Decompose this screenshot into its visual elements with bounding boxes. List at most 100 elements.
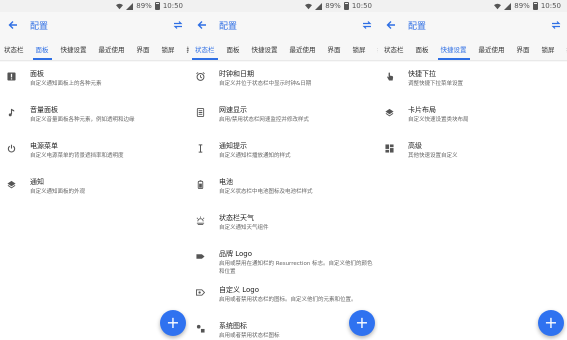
item-title: 状态栏天气 <box>219 214 254 222</box>
item-desc: 调整快捷下拉菜单设置 <box>408 81 464 87</box>
list-item[interactable]: 自定义 Logo 启用或者禁用状态栏的图标。自定义他们的元素和位置。 <box>189 280 378 316</box>
layers-icon <box>384 108 394 117</box>
item-title: 高级 <box>408 142 422 150</box>
list-item[interactable]: 通知自定义通知面板的外观 <box>0 172 189 208</box>
list-item[interactable]: 品牌 Logo 启用或禁用在通知栏的 Resurrection 标志。自定义他们的… <box>189 244 378 280</box>
text-cursor-icon <box>198 144 202 153</box>
swap-button[interactable] <box>356 12 378 38</box>
tab-statusbar[interactable]: 状态栏 <box>189 38 221 60</box>
three-screen-composite: 89% 10:50 配置 状态栏 面板 快捷设置 最近使用 界面 锁屏 按钮 <box>0 0 567 340</box>
item-desc: 自定义通知面板的外观 <box>30 189 86 195</box>
item-desc: 自定义通知面板上的各种元素 <box>30 81 102 87</box>
item-title: 网速显示 <box>219 106 247 114</box>
tab-statusbar[interactable]: 状态栏 <box>378 38 410 60</box>
alert-box-icon <box>6 72 16 81</box>
list-item[interactable]: 通知提示 自定义通知栏播放通知的样式 <box>189 136 378 172</box>
tab-panel[interactable]: 面板 <box>221 38 246 60</box>
tab-quick-settings[interactable]: 快捷设置 <box>55 38 93 60</box>
item-desc: 自定义并位于状态栏中显示时钟&日期 <box>219 81 312 87</box>
item-title: 通知提示 <box>219 142 247 150</box>
tab-interface[interactable]: 界面 <box>511 38 536 60</box>
item-title: 通知 <box>30 178 44 186</box>
back-button[interactable] <box>189 12 215 38</box>
list-item[interactable]: 面板 自定义通知面板上的各种元素 <box>0 64 189 100</box>
swap-arrows-icon <box>551 21 561 29</box>
tab-buttons[interactable]: 按钮 <box>181 38 190 60</box>
tab-quick-settings[interactable]: 快捷设置 <box>435 38 473 60</box>
list-item[interactable]: 卡片布局自定义快速设置类块布局 <box>378 100 567 136</box>
item-desc: 自定义音量面板各种元素，例如透明和边缘 <box>30 117 135 123</box>
label-icon <box>195 254 205 259</box>
tab-statusbar[interactable]: 状态栏 <box>0 38 30 60</box>
weather-icon <box>196 216 204 225</box>
back-button[interactable] <box>378 12 404 38</box>
page-title: 配置 <box>219 21 238 32</box>
item-title: 自定义 Logo <box>219 286 260 294</box>
arrow-left-icon <box>8 21 17 29</box>
battery-percent: 89% <box>136 2 152 10</box>
list-item[interactable]: 高级其他快速设置自定义 <box>378 136 567 172</box>
item-title: 快捷下拉 <box>408 70 436 78</box>
clock: 10:50 <box>351 2 372 10</box>
list-item[interactable]: 时钟和日期自定义并位于状态栏中显示时钟&日期 <box>189 64 378 100</box>
page-title: 配置 <box>408 21 427 32</box>
plus-icon: + <box>166 313 180 332</box>
arrow-left-icon <box>197 21 206 29</box>
battery-percent: 89% <box>514 2 530 10</box>
tab-interface[interactable]: 界面 <box>322 38 347 60</box>
settings-list: 时钟和日期自定义并位于状态栏中显示时钟&日期 网速显示启用/禁用状态栏网速监控并… <box>189 64 378 340</box>
item-desc: 启用/禁用状态栏网速监控并修改样式 <box>219 117 309 123</box>
screen-quick-settings-tab: 89% 10:50 配置 状态栏 面板 快捷设置 最近使用 界面 锁屏 按钮 <box>378 0 567 340</box>
list-item[interactable]: 电池 自定义状态栏中电池图标及电池栏样式 <box>189 172 378 208</box>
swap-button[interactable] <box>545 12 567 38</box>
list-item[interactable]: 电源菜单自定义电源菜单的背景遮挡率和透明度 <box>0 136 189 172</box>
item-desc: 自定义状态栏中电池图标及电池栏样式 <box>219 189 313 195</box>
tab-recents[interactable]: 最近使用 <box>473 38 511 60</box>
swap-button[interactable] <box>167 12 189 38</box>
tab-lockscreen[interactable]: 锁屏 <box>156 38 181 60</box>
item-desc: 启用或者禁用状态栏的图标。自定义他们的元素和位置。 <box>219 297 357 303</box>
battery-icon <box>154 2 160 10</box>
tab-recents[interactable]: 最近使用 <box>93 38 131 60</box>
item-desc: 自定义快速设置类块布局 <box>408 117 469 123</box>
item-title: 音量面板 <box>30 106 58 114</box>
tab-buttons[interactable]: 按钮 <box>561 38 567 60</box>
status-bar: 89% 10:50 <box>0 0 189 12</box>
settings-list: 快捷下拉调整快捷下拉菜单设置 卡片布局自定义快速设置类块布局 高级其他快速设置自… <box>378 64 567 172</box>
list-item[interactable]: 快捷下拉调整快捷下拉菜单设置 <box>378 64 567 100</box>
list-item[interactable]: 网速显示启用/禁用状态栏网速监控并修改样式 <box>189 100 378 136</box>
tab-bar: 状态栏 面板 快捷设置 最近使用 界面 锁屏 按钮 <box>189 38 378 60</box>
add-fab-button[interactable]: + <box>349 310 375 336</box>
tab-quick-settings[interactable]: 快捷设置 <box>246 38 284 60</box>
add-fab-button[interactable]: + <box>538 310 564 336</box>
item-desc: 启用或禁用在通知栏的 Resurrection 标志。自定义他们的颜色和位置 <box>219 261 373 275</box>
item-title: 时钟和日期 <box>219 70 254 78</box>
status-bar: 89% 10:50 <box>189 0 378 12</box>
tab-panel[interactable]: 面板 <box>30 38 55 60</box>
page-title: 配置 <box>30 21 49 32</box>
tab-lockscreen[interactable]: 锁屏 <box>347 38 372 60</box>
wifi-icon <box>305 3 313 9</box>
wifi-icon <box>494 3 502 9</box>
clock: 10:50 <box>162 2 183 10</box>
signal-icon <box>126 2 134 10</box>
add-fab-button[interactable]: + <box>160 310 186 336</box>
list-item[interactable]: 音量面板自定义音量面板各种元素，例如透明和边缘 <box>0 100 189 136</box>
tab-recents[interactable]: 最近使用 <box>284 38 322 60</box>
item-title: 电源菜单 <box>30 142 58 150</box>
item-desc: 自定义电源菜单的背景遮挡率和透明度 <box>30 153 124 159</box>
back-button[interactable] <box>0 12 26 38</box>
plus-icon: + <box>355 313 369 332</box>
app-toolbar: 配置 <box>189 12 378 38</box>
item-title: 卡片布局 <box>408 106 436 114</box>
tab-lockscreen[interactable]: 锁屏 <box>536 38 561 60</box>
item-title: 品牌 Logo <box>219 250 253 258</box>
tab-interface[interactable]: 界面 <box>131 38 156 60</box>
item-desc: 其他快速设置自定义 <box>408 153 458 159</box>
battery-percent: 89% <box>325 2 341 10</box>
swap-arrows-icon <box>173 21 183 29</box>
tab-panel[interactable]: 面板 <box>410 38 435 60</box>
clock: 10:50 <box>540 2 561 10</box>
list-item[interactable]: 状态栏天气 自定义通知天气组件 <box>189 208 378 244</box>
tab-divider <box>378 60 567 62</box>
